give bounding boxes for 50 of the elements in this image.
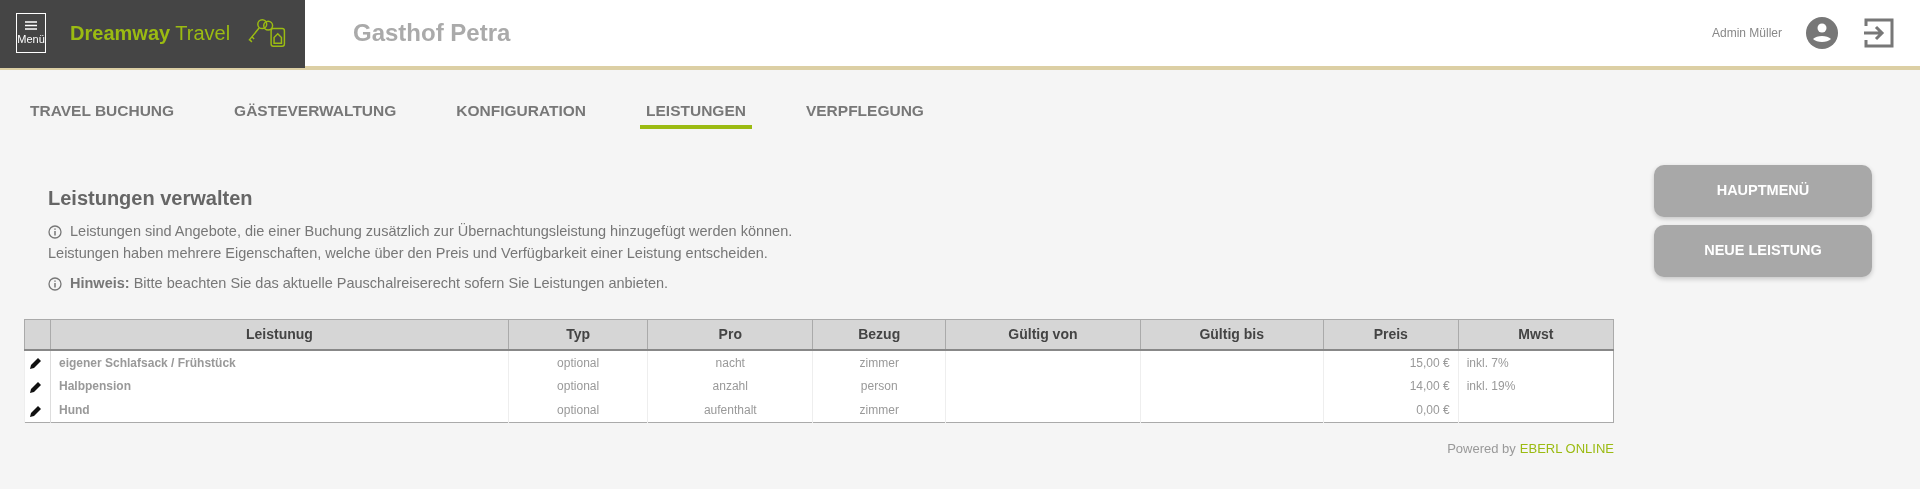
info-text: Leistungen sind Angebote, die einer Buchung zusätzlich zur Übernachtungsleistung hinzugefügt werden können. [70, 222, 793, 242]
nav-tab[interactable]: VERPFLEGUNG [799, 98, 930, 130]
column-header: Preis [1323, 319, 1459, 350]
column-header: Pro [647, 319, 813, 350]
table-cell: anzahl [712, 379, 748, 393]
table-cell: Halbpension [59, 379, 131, 393]
logout-icon[interactable] [1862, 16, 1896, 50]
table-cell: inkl. 19% [1466, 379, 1516, 393]
table-cell: aufenthalt [703, 402, 757, 417]
table-cell: optional [557, 379, 600, 393]
column-header: Bezug [812, 319, 946, 350]
column-header: Typ [508, 319, 648, 350]
property-name: Gasthof Petra [353, 18, 511, 48]
hint-text: Hinweis: Bitte beachten Sie das aktuelle Pauschalreiserecht sofern Sie Leistungen anbieten. [70, 273, 669, 293]
vendor-link[interactable]: EBERL ONLINE [1519, 438, 1614, 458]
menu-icon [25, 21, 38, 30]
nav-tab[interactable]: GÄSTEVERWALTUNG [228, 98, 403, 130]
table-cell: nacht [715, 355, 745, 370]
user-icon[interactable] [1806, 17, 1838, 49]
table-cell: zimmer [859, 355, 899, 370]
edit-icon[interactable] [29, 356, 43, 371]
table-cell: Hund [59, 402, 90, 417]
nav-tab[interactable]: KONFIGURATION [450, 98, 593, 130]
column-header: Mwst [1458, 319, 1614, 350]
column-header: Gültig von [945, 319, 1141, 350]
edit-icon[interactable] [29, 403, 43, 418]
action-button[interactable]: NEUE LEISTUNG [1654, 225, 1872, 278]
table-cell: 14,00 € [1409, 379, 1450, 393]
table-cell: eigener Schlafsack / Frühstück [59, 355, 236, 370]
table-cell: optional [557, 355, 600, 370]
column-header: Leistunug [50, 319, 509, 350]
info-icon [48, 225, 62, 240]
nav-tab[interactable]: TRAVEL BUCHUNG [24, 98, 181, 130]
table-cell: 0,00 € [1416, 402, 1450, 417]
info-text: Leistungen haben mehrere Eigenschaften, welche über den Preis und Verfügbarkeit einer Leistung entscheiden. [48, 244, 769, 263]
table-cell: optional [557, 402, 600, 417]
brand-name: Dreamway Travel [70, 21, 231, 46]
user-name: Admin Müller [1711, 25, 1782, 42]
powered-by-text: Powered by [1447, 439, 1516, 458]
menu-button[interactable]: Menü [16, 13, 47, 53]
table-cell: 15,00 € [1409, 355, 1450, 370]
table-cell: zimmer [859, 402, 899, 417]
table-cell: person [860, 379, 898, 393]
table-cell: inkl. 7% [1466, 355, 1509, 370]
page-title: Leistungen verwalten [48, 186, 254, 212]
action-button[interactable]: HAUPTMENÜ [1654, 165, 1872, 218]
nav-tab[interactable]: LEISTUNGEN [640, 98, 752, 130]
info-icon [48, 276, 62, 291]
edit-icon[interactable] [29, 379, 43, 394]
column-header: Gültig bis [1140, 319, 1324, 350]
